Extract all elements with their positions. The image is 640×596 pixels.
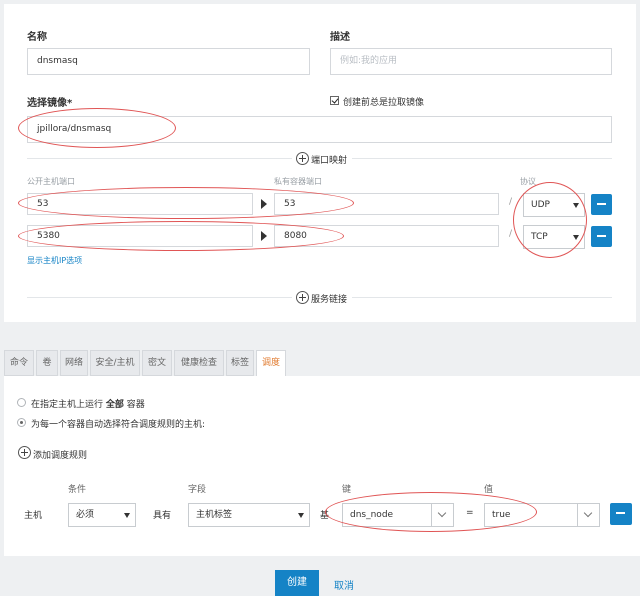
caret-down-icon: [124, 513, 130, 518]
protocol-separator: /: [509, 197, 513, 207]
caret-down-icon: [298, 513, 304, 518]
add-rule-label[interactable]: 添加调度规则: [33, 448, 87, 461]
port-divider-right: [352, 158, 612, 159]
col-field-header: 字段: [188, 485, 207, 495]
col-condition-header: 条件: [68, 485, 87, 495]
private-port-header: 私有容器端口: [274, 177, 322, 186]
show-host-ip-link[interactable]: 显示主机IP选项: [27, 255, 82, 266]
option1-prefix: 在指定主机上运行: [31, 400, 104, 410]
protocol-select[interactable]: UDP: [523, 193, 585, 217]
cancel-button[interactable]: 取消: [334, 577, 354, 592]
col-value-header: 值: [484, 485, 494, 495]
key-combobox[interactable]: dns_node: [342, 503, 454, 527]
tab-command[interactable]: 命令: [4, 350, 34, 376]
rule-row-label: 主机: [24, 511, 43, 521]
key-operator: 基: [320, 511, 330, 521]
description-label: 描述: [330, 32, 350, 43]
protocol-value: UDP: [531, 200, 550, 210]
condition-value: 必须: [76, 510, 95, 520]
pull-image-checkbox[interactable]: [330, 96, 339, 105]
chevron-down-icon[interactable]: [431, 504, 453, 526]
field-select[interactable]: 主机标签: [188, 503, 310, 527]
option1-suffix: 容器: [126, 400, 145, 410]
schedule-auto-label: 为每一个容器自动选择符合调度规则的主机:: [31, 420, 206, 430]
add-rule-icon[interactable]: [18, 446, 31, 459]
tab-volumes[interactable]: 卷: [36, 350, 58, 376]
name-input[interactable]: dnsmasq: [27, 48, 310, 75]
arrow-right-icon: [261, 199, 267, 209]
protocol-value: TCP: [531, 232, 548, 242]
tab-secrets[interactable]: 密文: [142, 350, 172, 376]
public-port-header: 公开主机端口: [27, 177, 75, 186]
schedule-all-hosts-label: 在指定主机上运行 全部 容器: [31, 397, 145, 410]
arrow-right-icon: [261, 231, 267, 241]
description-input[interactable]: 例如:我的应用: [330, 48, 612, 75]
has-label: 具有: [153, 511, 172, 521]
chevron-down-icon[interactable]: [577, 504, 599, 526]
service-links-label[interactable]: 服务链接: [311, 292, 347, 305]
public-port-input[interactable]: 53: [27, 193, 253, 215]
equals-sign: =: [466, 508, 474, 518]
schedule-auto-radio[interactable]: [17, 418, 26, 427]
add-link-icon[interactable]: [296, 291, 309, 304]
remove-port-button[interactable]: [591, 226, 612, 247]
value-value: true: [492, 510, 511, 520]
key-value: dns_node: [350, 510, 394, 520]
image-label: 选择镜像*: [27, 98, 73, 109]
option1-bold: 全部: [105, 400, 124, 410]
protocol-header: 协议: [520, 177, 536, 186]
port-divider-left: [27, 158, 292, 159]
tab-security-host[interactable]: 安全/主机: [90, 350, 140, 376]
add-port-icon[interactable]: [296, 152, 309, 165]
schedule-all-hosts-radio[interactable]: [17, 398, 26, 407]
caret-down-icon: [573, 235, 579, 240]
col-key-header: 键: [342, 485, 352, 495]
remove-rule-button[interactable]: [610, 503, 632, 525]
public-port-input[interactable]: 5380: [27, 225, 253, 247]
protocol-select[interactable]: TCP: [523, 225, 585, 249]
pull-image-label: 创建前总是拉取镜像: [343, 98, 425, 108]
value-combobox[interactable]: true: [484, 503, 600, 527]
private-port-input[interactable]: 8080: [274, 225, 499, 247]
links-divider-left: [27, 297, 292, 298]
tab-scheduling[interactable]: 调度: [256, 350, 286, 377]
name-label: 名称: [27, 32, 47, 43]
private-port-input[interactable]: 53: [274, 193, 499, 215]
protocol-separator: /: [509, 229, 513, 239]
create-button[interactable]: 创建: [275, 570, 319, 596]
remove-port-button[interactable]: [591, 194, 612, 215]
tab-health-check[interactable]: 健康检查: [174, 350, 224, 376]
image-input[interactable]: jpillora/dnsmasq: [27, 116, 612, 143]
tab-labels[interactable]: 标签: [226, 350, 254, 376]
links-divider-right: [352, 297, 612, 298]
port-mapping-label[interactable]: 端口映射: [311, 153, 347, 166]
caret-down-icon: [573, 203, 579, 208]
condition-select[interactable]: 必须: [68, 503, 136, 527]
field-value: 主机标签: [196, 510, 233, 520]
tab-network[interactable]: 网络: [60, 350, 88, 376]
